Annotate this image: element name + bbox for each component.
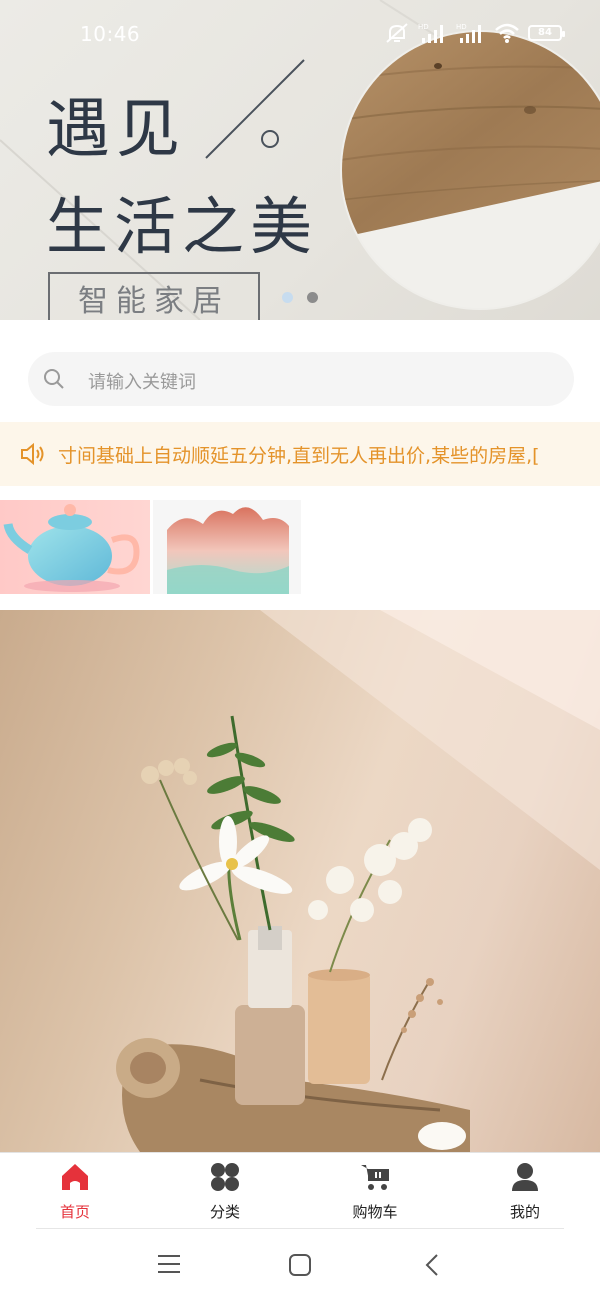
tab-cart-label: 购物车 [352, 1203, 398, 1221]
product-thumbnail-teapot[interactable] [0, 500, 150, 594]
carousel-dots[interactable] [282, 292, 318, 303]
product-thumbnail-vase[interactable] [153, 500, 301, 594]
tab-cart[interactable]: 购物车 [300, 1153, 450, 1227]
svg-text:HD: HD [418, 23, 429, 31]
carousel-dot-active[interactable] [282, 292, 293, 303]
hero-banner[interactable]: 10:46 HD HD 84 遇见 生活之美 智能家居 [0, 0, 600, 320]
mountain-vase-image [167, 507, 289, 594]
home-square-icon[interactable] [288, 1253, 312, 1281]
search-input[interactable]: 请输入关键词 [88, 368, 196, 394]
carousel-dot[interactable] [307, 292, 318, 303]
signal-hd-icon: HD [418, 23, 443, 43]
notice-bar[interactable]: 寸间基础上自动顺延五分钟,直到无人再出价,某些的房屋,[ [0, 422, 600, 486]
svg-text:HD: HD [456, 23, 467, 31]
user-icon [512, 1163, 538, 1191]
banner-tag: 智能家居 [48, 272, 260, 320]
tab-home[interactable]: 首页 [0, 1153, 150, 1227]
tab-category[interactable]: 分类 [150, 1153, 300, 1227]
tab-home-label: 首页 [59, 1203, 90, 1221]
status-bar: 10:46 HD HD 84 [0, 0, 600, 70]
tab-profile[interactable]: 我的 [450, 1153, 600, 1227]
signal-hd-icon-2: HD [456, 23, 481, 43]
featured-product-image[interactable] [0, 610, 600, 1152]
tab-category-label: 分类 [209, 1203, 240, 1221]
mute-bell-icon [386, 23, 408, 43]
status-icons: HD HD 84 [384, 22, 565, 44]
battery-icon: 84 [528, 25, 565, 41]
tab-profile-label: 我的 [509, 1203, 540, 1221]
teapot-image [3, 504, 140, 592]
menu-icon[interactable] [156, 1253, 182, 1279]
banner-title-line2: 生活之美 [46, 190, 319, 263]
speaker-icon [21, 442, 44, 466]
back-icon[interactable] [422, 1253, 442, 1281]
banner-title-line1: 遇见 [46, 93, 186, 167]
wifi-icon [495, 23, 519, 43]
battery-level: 84 [538, 27, 552, 38]
cart-icon [361, 1165, 389, 1190]
search-icon [44, 369, 64, 389]
system-navigation-bar [0, 1229, 600, 1300]
category-icon [211, 1163, 239, 1191]
flower-vase-artwork [116, 610, 600, 1152]
home-icon [62, 1164, 88, 1190]
search-bar[interactable]: 请输入关键词 [28, 352, 574, 406]
status-time: 10:46 [80, 22, 141, 46]
bottom-tab-bar: 首页 分类 购物车 我的 [0, 1152, 600, 1227]
notice-text: 寸间基础上自动顺延五分钟,直到无人再出价,某些的房屋,[ [58, 445, 540, 467]
